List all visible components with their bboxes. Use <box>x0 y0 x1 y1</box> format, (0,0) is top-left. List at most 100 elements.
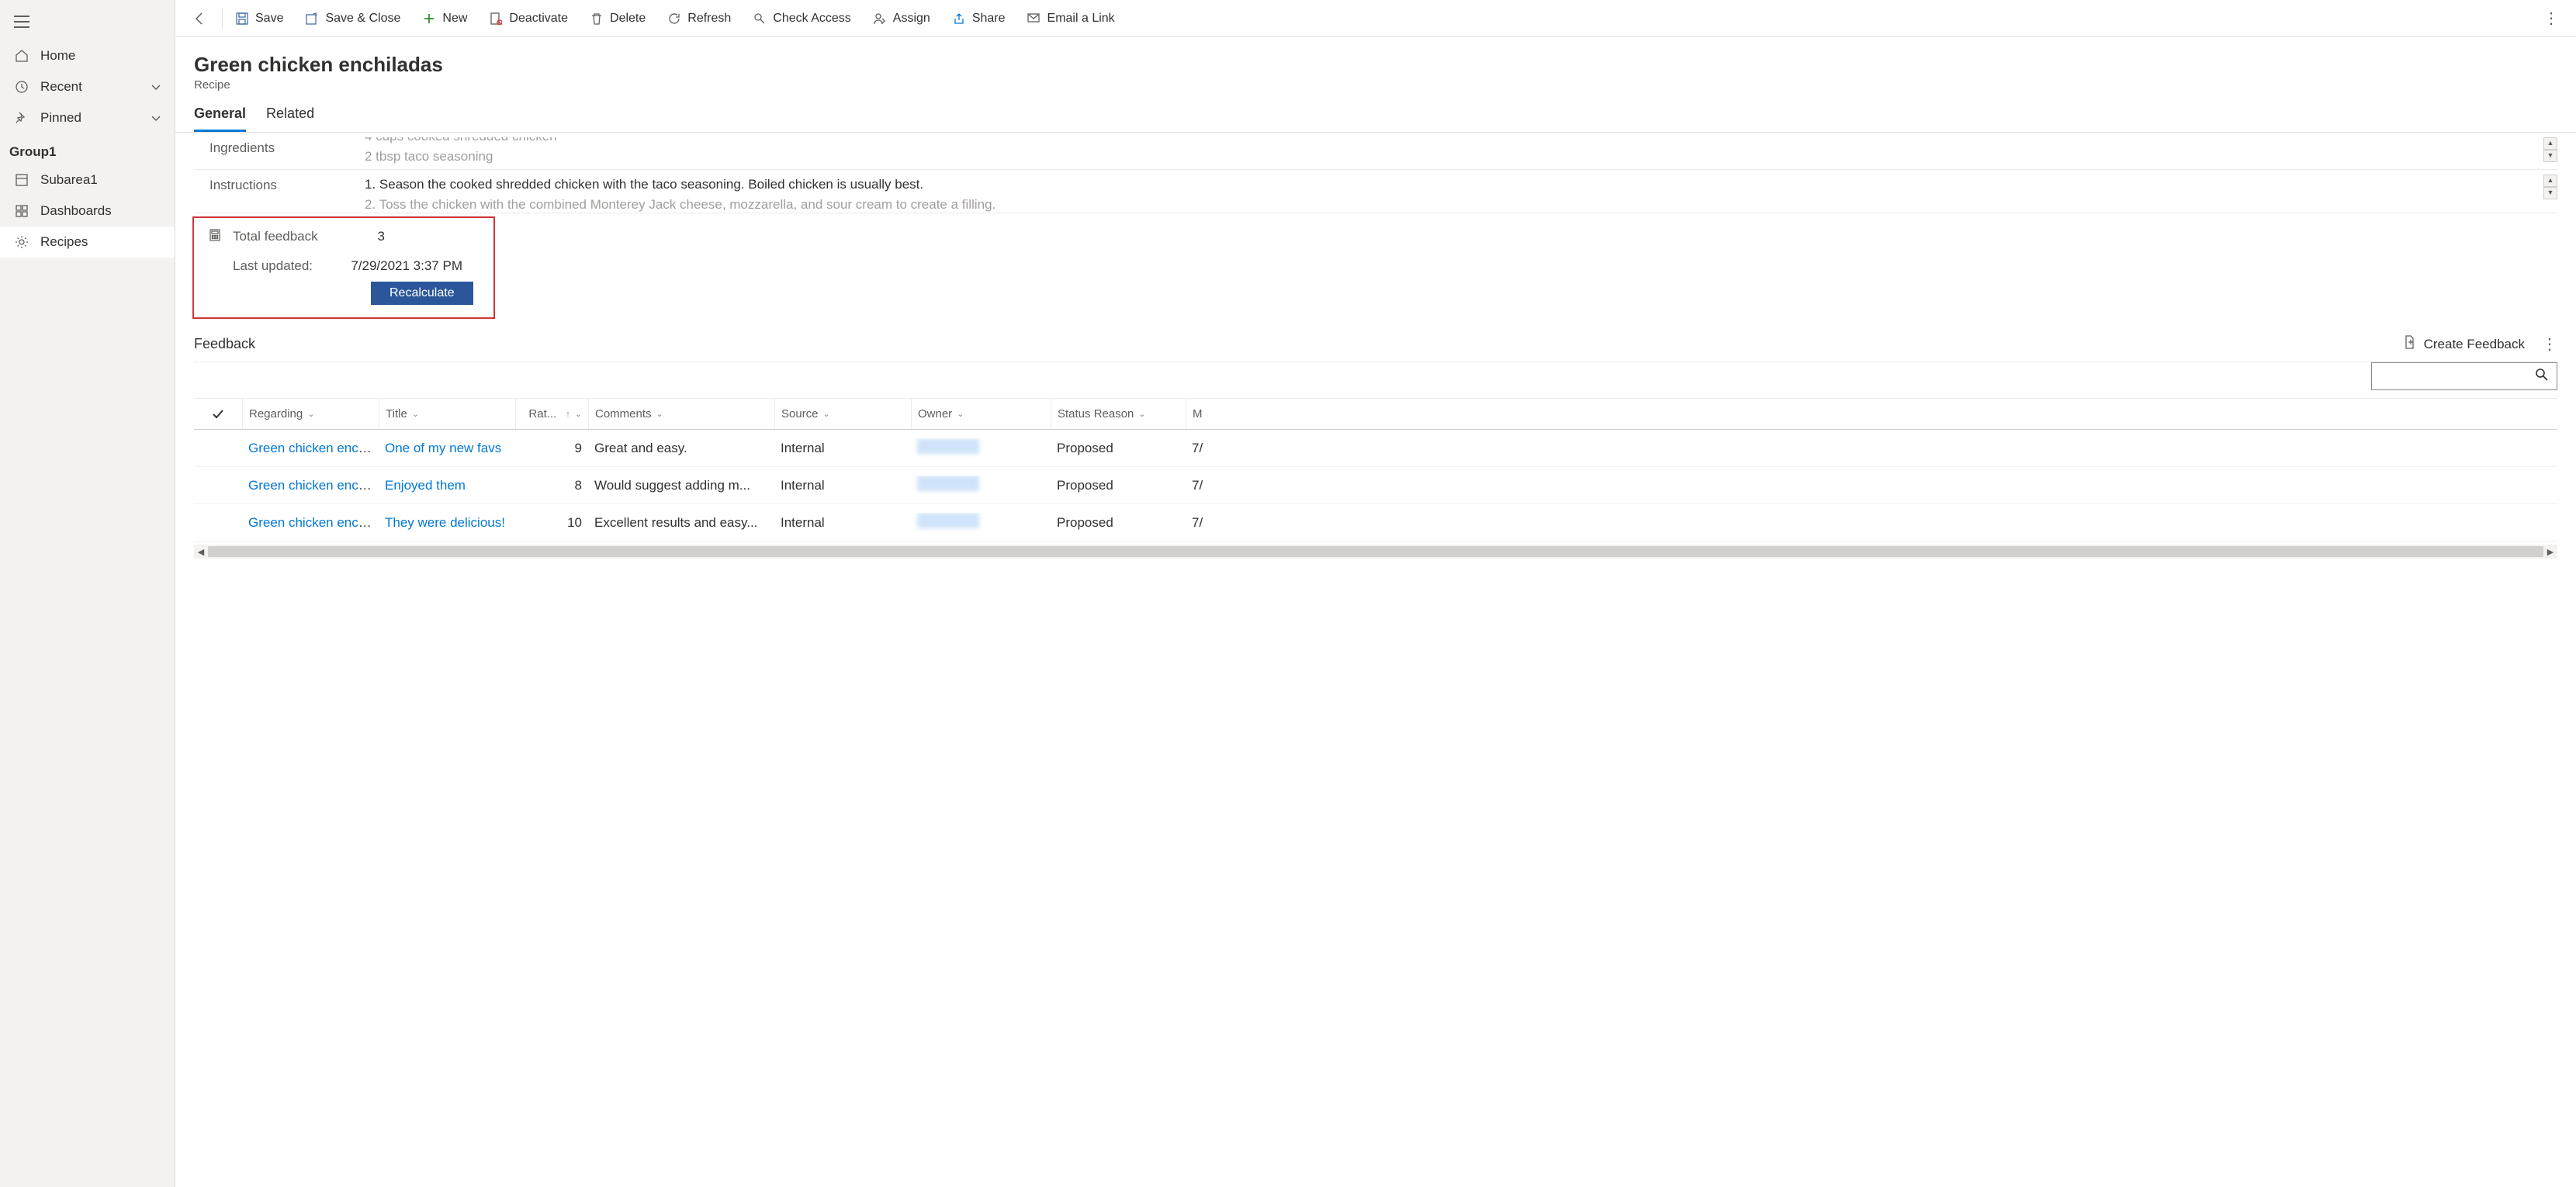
tab-general[interactable]: General <box>194 106 246 132</box>
gear-icon <box>14 234 29 250</box>
recalculate-button[interactable]: Recalculate <box>371 282 473 305</box>
email-link-button[interactable]: Email a Link <box>1016 0 1126 37</box>
save-icon <box>235 12 249 26</box>
col-regarding[interactable]: Regarding⌄ <box>242 399 379 429</box>
nav-dashboards[interactable]: Dashboards <box>0 196 175 227</box>
rating-cell: 8 <box>515 478 588 493</box>
refresh-button[interactable]: Refresh <box>656 0 742 37</box>
overflow-button[interactable]: ⋮ <box>2529 0 2573 37</box>
owner-cell[interactable] <box>911 438 1051 458</box>
section-more-button[interactable]: ⋮ <box>2542 334 2557 354</box>
calculator-icon <box>209 229 227 244</box>
save-button[interactable]: Save <box>224 0 294 37</box>
new-button[interactable]: New <box>411 0 478 37</box>
field-value[interactable]: 4 cups cooked shredded chicken 2 tbsp ta… <box>357 137 2557 171</box>
scroll-track[interactable] <box>208 546 2543 557</box>
status-cell: Proposed <box>1051 441 1186 456</box>
delete-button[interactable]: Delete <box>579 0 656 37</box>
content: Ingredients 4 cups cooked shredded chick… <box>175 133 2576 1187</box>
owner-cell[interactable] <box>911 513 1051 532</box>
command-bar: Save Save & Close New Deactivate Delete … <box>175 0 2576 37</box>
nav-pinned[interactable]: Pinned <box>0 102 175 133</box>
rollup-label: Last updated: <box>233 258 313 274</box>
col-status-reason[interactable]: Status Reason⌄ <box>1051 399 1186 429</box>
col-comments[interactable]: Comments⌄ <box>588 399 774 429</box>
nav-recent[interactable]: Recent <box>0 71 175 102</box>
cmd-label: Assign <box>893 12 930 26</box>
col-modified[interactable]: M <box>1186 399 1221 429</box>
title-link[interactable]: One of my new favs <box>385 441 501 455</box>
rollup-value: 7/29/2021 3:37 PM <box>351 258 478 274</box>
assign-button[interactable]: Assign <box>862 0 941 37</box>
feedback-grid: Regarding⌄ Title⌄ Rat...↑⌄ Comments⌄ Sou… <box>194 398 2557 559</box>
cmd-label: Deactivate <box>509 12 568 26</box>
chevron-down-icon[interactable] <box>151 81 161 93</box>
email-icon <box>1027 12 1041 26</box>
table-row[interactable]: Green chicken enchilad They were deliciou… <box>194 504 2557 542</box>
field-label: Ingredients <box>194 137 357 156</box>
title-link[interactable]: They were delicious! <box>385 515 505 530</box>
source-cell: Internal <box>774 441 911 456</box>
col-title[interactable]: Title⌄ <box>379 399 515 429</box>
ingredients-line: 2 tbsp taco seasoning <box>365 147 2557 167</box>
table-row[interactable]: Green chicken enchiladEnjoyed them8Would… <box>194 467 2557 504</box>
rollup-last-updated: Last updated: 7/29/2021 3:37 PM <box>194 255 493 277</box>
regarding-link[interactable]: Green chicken enchilad <box>248 515 379 530</box>
field-label: Instructions <box>194 175 357 193</box>
table-row[interactable]: Green chicken enchilad One of my new favs… <box>194 430 2557 467</box>
comments-cell: Excellent results and easy... <box>588 515 774 531</box>
save-close-icon <box>305 12 319 26</box>
hamburger-icon[interactable] <box>0 5 175 40</box>
col-select[interactable] <box>194 399 242 429</box>
modified-cell: 7/ <box>1186 441 1221 456</box>
create-feedback-button[interactable]: Create Feedback <box>2404 335 2525 353</box>
share-button[interactable]: Share <box>941 0 1016 37</box>
more-icon: ⋮ <box>2543 9 2559 28</box>
nav-label: Subarea1 <box>40 172 98 188</box>
cmd-label: Share <box>972 12 1006 26</box>
scroll-left-button[interactable]: ◀ <box>194 547 208 557</box>
nav-home[interactable]: Home <box>0 40 175 71</box>
scroll-down-button[interactable]: ▼ <box>2543 150 2557 162</box>
separator <box>222 8 223 29</box>
col-owner[interactable]: Owner⌄ <box>911 399 1051 429</box>
comments-cell: Great and easy. <box>588 441 774 456</box>
scroll-up-button[interactable]: ▲ <box>2543 175 2557 187</box>
chevron-down-icon: ⌄ <box>823 409 830 419</box>
nav-subarea1[interactable]: Subarea1 <box>0 164 175 196</box>
instructions-line: 2. Toss the chicken with the combined Mo… <box>365 195 2557 214</box>
header: Green chicken enchiladas Recipe <box>175 37 2576 92</box>
check-access-icon <box>753 12 767 26</box>
nav-label: Recipes <box>40 234 88 250</box>
col-source[interactable]: Source⌄ <box>774 399 911 429</box>
scroll-up-button[interactable]: ▲ <box>2543 137 2557 150</box>
cmd-label: Save & Close <box>325 12 400 26</box>
deactivate-button[interactable]: Deactivate <box>478 0 579 37</box>
status-cell: Proposed <box>1051 478 1186 493</box>
tab-related[interactable]: Related <box>266 106 314 132</box>
rollup-section: Total feedback 3 Last updated: 7/29/2021… <box>192 216 495 319</box>
save-close-button[interactable]: Save & Close <box>294 0 411 37</box>
horizontal-scrollbar[interactable]: ◀ ▶ <box>194 545 2557 559</box>
col-rating[interactable]: Rat...↑⌄ <box>515 399 588 429</box>
scroll-right-button[interactable]: ▶ <box>2543 547 2557 557</box>
deactivate-icon <box>489 12 503 26</box>
regarding-link[interactable]: Green chicken enchilad <box>248 441 379 455</box>
check-access-button[interactable]: Check Access <box>742 0 861 37</box>
title-link[interactable]: Enjoyed them <box>385 478 466 493</box>
tabs: General Related <box>175 92 2576 133</box>
modified-cell: 7/ <box>1186 515 1221 531</box>
cmd-label: Save <box>255 12 283 26</box>
back-button[interactable] <box>178 0 220 37</box>
search-input[interactable] <box>2371 362 2557 390</box>
main: Save Save & Close New Deactivate Delete … <box>175 0 2576 1187</box>
regarding-link[interactable]: Green chicken enchilad <box>248 478 379 493</box>
scroll-down-button[interactable]: ▼ <box>2543 187 2557 199</box>
owner-cell[interactable] <box>911 476 1051 495</box>
rollup-label: Total feedback <box>233 229 318 244</box>
nav-recipes[interactable]: Recipes <box>0 227 175 258</box>
chevron-down-icon[interactable] <box>151 112 161 124</box>
nav-label: Home <box>40 48 75 64</box>
share-icon <box>952 12 966 26</box>
field-value[interactable]: 1. Season the cooked shredded chicken wi… <box>357 175 2557 213</box>
